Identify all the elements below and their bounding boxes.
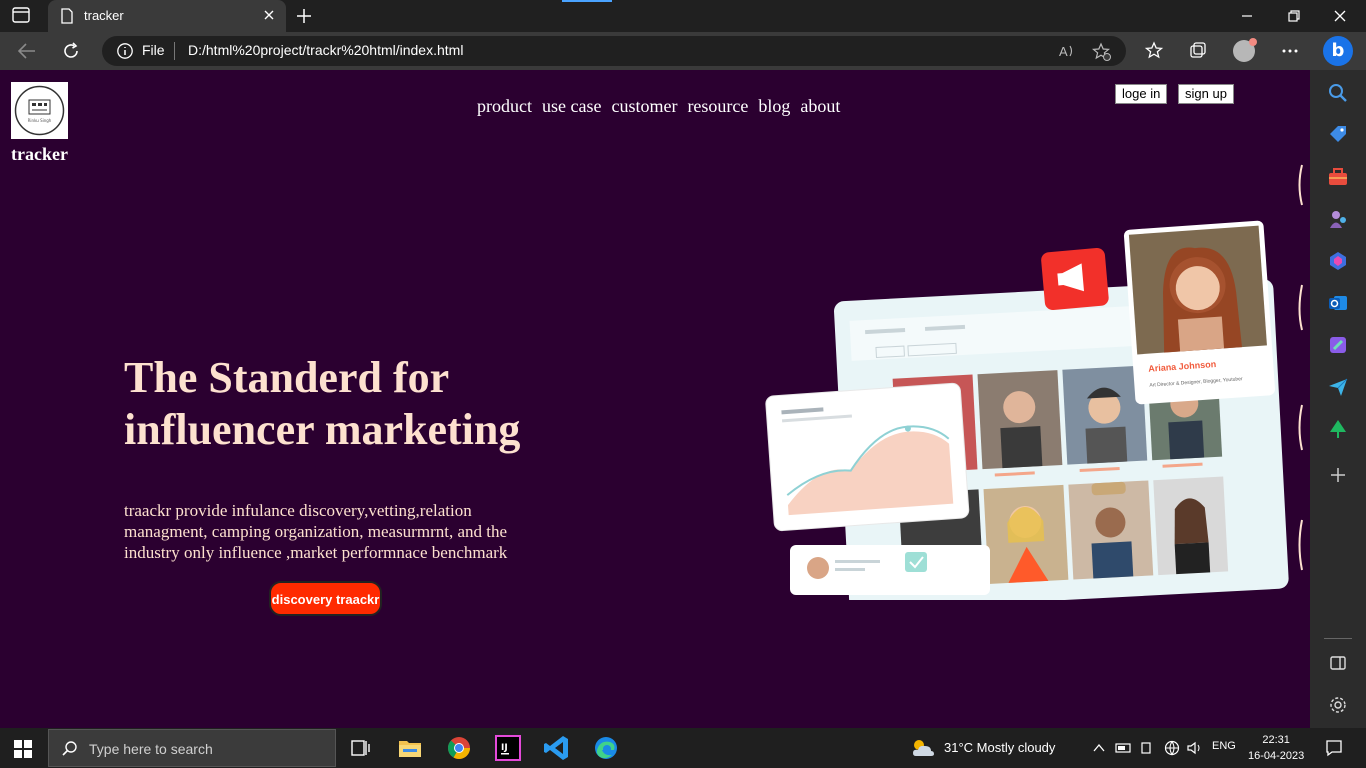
settings-gear-icon[interactable] (1327, 694, 1349, 716)
add-icon[interactable] (1327, 464, 1349, 486)
add-favorite-icon[interactable] (1092, 42, 1112, 62)
info-icon[interactable] (116, 42, 134, 60)
notifications-icon[interactable] (1324, 738, 1344, 758)
collections-icon[interactable] (1188, 41, 1208, 61)
chrome-icon[interactable] (443, 732, 475, 764)
hero-illustration: Ariana Johnson Art Director & Designer, … (765, 220, 1289, 600)
nav-resource[interactable]: resource (687, 96, 748, 117)
task-view-icon[interactable] (344, 732, 376, 764)
address-bar[interactable]: File D:/html%20project/trackr%20html/ind… (102, 36, 1126, 66)
windows-taskbar: Type here to search IJ 31°C Mostly cloud… (0, 728, 1366, 768)
more-options-icon[interactable] (1280, 41, 1300, 61)
profile-avatar[interactable] (1233, 38, 1257, 62)
restore-icon[interactable] (1287, 9, 1301, 23)
nav-about[interactable]: about (800, 96, 840, 117)
scheme-label: File (142, 42, 165, 58)
outlook-icon[interactable] (1327, 292, 1349, 314)
intellij-icon[interactable]: IJ (492, 732, 524, 764)
nav-blog[interactable]: blog (758, 96, 790, 117)
close-tab-icon[interactable] (262, 8, 276, 22)
nav-use-case[interactable]: use case (542, 96, 601, 117)
designer-icon[interactable] (1327, 334, 1349, 356)
brand-name: tracker (11, 144, 68, 164)
refresh-icon[interactable] (61, 41, 81, 61)
signup-button[interactable]: sign up (1178, 84, 1234, 104)
hero-description: traackr provide infulance discovery,vett… (124, 501, 508, 562)
hide-sidebar-icon[interactable] (1327, 652, 1349, 674)
sidebar-divider (1324, 638, 1352, 639)
page-edge-decoration (1298, 164, 1303, 571)
send-icon[interactable] (1327, 376, 1349, 398)
discovery-button[interactable]: discovery traackr (269, 581, 382, 616)
window-indicator (562, 0, 612, 2)
edge-sidebar (1310, 70, 1366, 728)
browser-title-bar: tracker (0, 0, 1366, 32)
close-window-icon[interactable] (1333, 9, 1347, 23)
file-explorer-icon[interactable] (394, 732, 426, 764)
windows-start-icon[interactable] (14, 740, 32, 758)
search-icon[interactable] (1327, 82, 1349, 104)
system-tray-icons[interactable] (1092, 740, 1204, 756)
taskbar-search[interactable]: Type here to search (48, 729, 336, 767)
edge-icon[interactable] (590, 732, 622, 764)
nav-product[interactable]: product (477, 96, 532, 117)
browser-toolbar: File D:/html%20project/trackr%20html/ind… (0, 32, 1366, 70)
login-button[interactable]: loge in (1115, 84, 1168, 104)
profile-notification-dot (1249, 38, 1257, 46)
browser-tab[interactable]: tracker (48, 0, 286, 32)
language-indicator[interactable]: ENG (1212, 740, 1236, 752)
new-tab-icon[interactable] (294, 6, 314, 26)
web-page: Rinku Singh tracker product use case cus… (0, 70, 1310, 728)
minimize-icon[interactable] (1240, 9, 1254, 23)
back-arrow-icon[interactable] (16, 41, 38, 61)
bing-icon[interactable]: b (1323, 36, 1353, 66)
logo-caption: Rinku Singh (28, 118, 52, 123)
tab-title: tracker (84, 8, 124, 23)
hero-title: The Standerd for influencer marketing (124, 353, 521, 454)
weather-status[interactable]: 31°C Mostly cloudy (944, 740, 1055, 755)
svg-text:IJ: IJ (501, 743, 508, 753)
tree-icon[interactable] (1327, 418, 1349, 440)
clock-date: 16-04-2023 (1248, 750, 1305, 762)
address-separator (174, 42, 175, 60)
svg-text:A: A (1059, 44, 1068, 59)
weather-cloudy-icon[interactable] (910, 736, 936, 760)
favorites-icon[interactable] (1144, 41, 1164, 61)
shopping-tag-icon[interactable] (1327, 124, 1349, 146)
tab-actions-icon[interactable] (12, 7, 32, 25)
games-icon[interactable] (1327, 208, 1349, 230)
read-aloud-icon[interactable]: A (1058, 42, 1076, 60)
url-text[interactable]: D:/html%20project/trackr%20html/index.ht… (188, 42, 463, 58)
vscode-icon[interactable] (541, 732, 573, 764)
clock-time: 22:31 (1262, 734, 1290, 746)
search-placeholder: Type here to search (89, 741, 213, 757)
search-icon (62, 741, 77, 756)
main-nav: product use case customer resource blog … (477, 96, 840, 117)
tools-icon[interactable] (1327, 166, 1349, 188)
site-logo[interactable]: Rinku Singh (11, 82, 68, 139)
microsoft-365-icon[interactable] (1327, 250, 1349, 272)
taskbar-clock[interactable]: 22:31 16-04-2023 (1248, 732, 1304, 764)
logo-emblem-icon: Rinku Singh (14, 85, 65, 136)
nav-customer[interactable]: customer (611, 96, 677, 117)
show-hidden-icon (1093, 743, 1105, 752)
page-icon (61, 8, 73, 24)
